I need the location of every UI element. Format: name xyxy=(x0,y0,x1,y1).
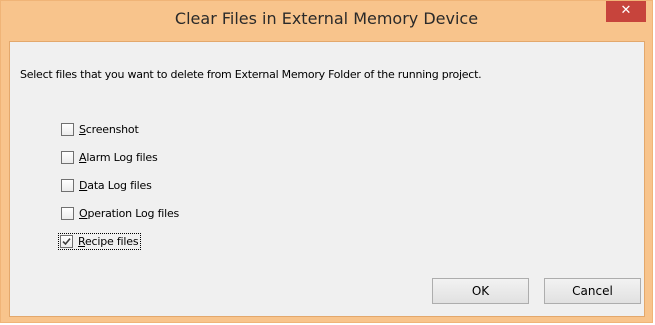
screenshot-label[interactable]: Screenshot xyxy=(79,123,139,136)
close-button[interactable]: ✕ xyxy=(606,1,646,22)
option-recipe[interactable]: Recipe files xyxy=(57,227,179,255)
alarm-log-label[interactable]: Alarm Log files xyxy=(79,151,158,164)
instruction-text: Select files that you want to delete fro… xyxy=(20,68,482,81)
dialog-window: Clear Files in External Memory Device ✕ … xyxy=(0,0,653,323)
screenshot-checkbox[interactable] xyxy=(61,122,74,136)
ok-button[interactable]: OK xyxy=(432,278,529,304)
file-type-options: Screenshot Alarm Log files Data Log file… xyxy=(57,115,179,255)
alarm-log-checkbox[interactable] xyxy=(61,150,74,164)
operation-log-label[interactable]: Operation Log files xyxy=(79,207,179,220)
data-log-checkbox[interactable] xyxy=(61,178,74,192)
option-data-log[interactable]: Data Log files xyxy=(61,171,179,199)
title-bar[interactable]: Clear Files in External Memory Device ✕ xyxy=(1,1,652,41)
close-icon: ✕ xyxy=(620,3,632,18)
recipe-focus-rect[interactable]: Recipe files xyxy=(57,232,142,250)
checkmark-icon xyxy=(62,237,71,245)
option-operation-log[interactable]: Operation Log files xyxy=(61,199,179,227)
recipe-label[interactable]: Recipe files xyxy=(78,235,139,248)
option-alarm-log[interactable]: Alarm Log files xyxy=(61,143,179,171)
operation-log-checkbox[interactable] xyxy=(61,206,74,220)
dialog-title: Clear Files in External Memory Device xyxy=(174,9,479,28)
data-log-label[interactable]: Data Log files xyxy=(79,179,152,192)
cancel-button[interactable]: Cancel xyxy=(544,278,641,304)
option-screenshot[interactable]: Screenshot xyxy=(61,115,179,143)
dialog-body: Select files that you want to delete fro… xyxy=(9,41,645,317)
recipe-checkbox[interactable] xyxy=(60,234,73,248)
